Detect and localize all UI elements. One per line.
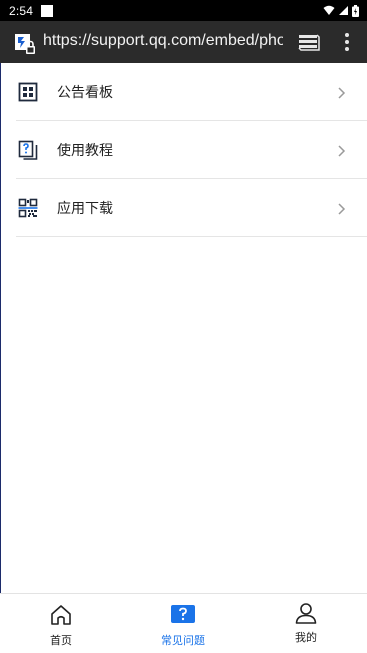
item-label: 公告看板 [57,85,113,101]
status-bar: 2:54 [0,0,367,21]
user-icon [295,603,317,624]
item-label: 使用教程 [57,143,113,159]
tab-faq[interactable]: 常见问题 [122,594,244,653]
wifi-icon [323,5,335,15]
notification-icon [41,4,54,17]
item-label: 应用下载 [57,201,113,217]
browser-toolbar: https://support.qq.com/embed/phor [0,21,367,63]
tab-faq-label: 常见问题 [161,634,205,647]
tab-profile-label: 我的 [295,631,317,644]
chevron-right-icon [338,145,346,157]
divider [16,236,367,237]
overflow-menu-icon[interactable] [340,31,354,53]
qr-code-icon [18,198,38,218]
menu-list: 公告看板 使用教程 应用下载 [0,63,367,237]
status-time: 2:54 [9,3,34,18]
bottom-nav: 首页 常见问题 我的 [0,593,367,653]
tab-home[interactable]: 首页 [0,594,122,653]
tab-home-label: 首页 [50,634,72,647]
battery-icon [352,4,359,17]
tab-profile[interactable]: 我的 [245,594,367,653]
question-icon [171,605,195,623]
dashboard-icon [18,82,38,102]
list-item-announcements[interactable]: 公告看板 [0,63,367,121]
tabs-icon[interactable] [298,33,320,51]
list-item-tutorial[interactable]: 使用教程 [0,121,367,179]
home-icon [51,605,71,625]
signal-icon [339,6,348,15]
status-indicators [323,4,359,17]
url-field[interactable]: https://support.qq.com/embed/phor [43,32,283,50]
chevron-right-icon [338,203,346,215]
site-lock-icon[interactable] [14,33,36,55]
list-item-app-download[interactable]: 应用下载 [0,179,367,237]
chevron-right-icon [338,87,346,99]
help-document-icon [18,140,38,160]
